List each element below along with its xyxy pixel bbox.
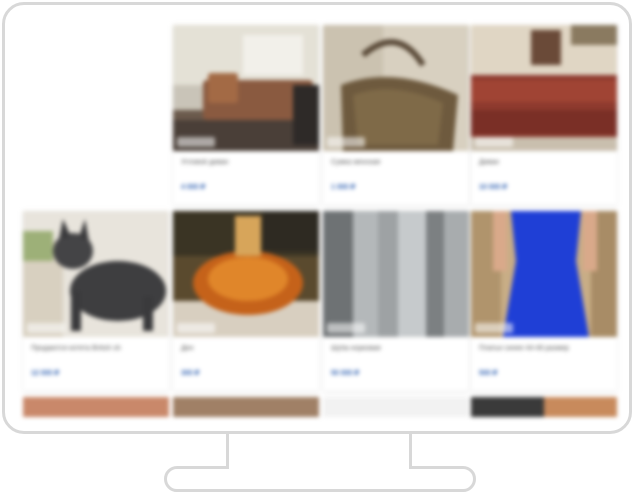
listing-price: 50 000 ₽ xyxy=(331,370,360,377)
leather-handbag-image xyxy=(323,25,469,151)
listing-title[interactable]: Угловой диван xyxy=(181,159,313,166)
listing-title[interactable]: Продаются котята British sh xyxy=(31,345,163,352)
listing-photo xyxy=(471,25,617,151)
listing-card[interactable]: Ден 300 ₽ xyxy=(173,211,319,391)
listing-card[interactable]: Платье синее 44-46 размер 500 ₽ xyxy=(471,211,617,391)
amber-glass-decanter-image xyxy=(173,211,319,337)
listing-title[interactable]: Платье синее 44-46 размер xyxy=(479,345,611,352)
listing-price: 12 000 ₽ xyxy=(31,370,60,377)
gray-mink-coat-image xyxy=(323,211,469,337)
listing-photo xyxy=(173,211,319,337)
listing-photo-partial[interactable] xyxy=(323,397,469,417)
listing-photo xyxy=(323,25,469,151)
listing-price: 4 000 ₽ xyxy=(181,184,206,191)
listing-card[interactable]: Угловой диван 4 000 ₽ xyxy=(173,25,319,205)
listing-card[interactable]: Продаются котята British sh 12 000 ₽ xyxy=(23,211,169,391)
living-room-sofa-image xyxy=(173,25,319,151)
monitor-neck xyxy=(226,434,412,468)
monitor-frame: Угловой диван 4 000 ₽ Сумка женская 1 00… xyxy=(2,2,632,434)
listing-photo-partial[interactable] xyxy=(173,397,319,417)
listing-photo xyxy=(471,211,617,337)
blue-dress-image xyxy=(471,211,617,337)
listing-price: 10 000 ₽ xyxy=(479,184,508,191)
listing-card[interactable]: Сумка женская 1 000 ₽ xyxy=(323,25,469,205)
listings-screen: Угловой диван 4 000 ₽ Сумка женская 1 00… xyxy=(5,5,629,431)
listing-title[interactable]: Сумка женская xyxy=(331,159,463,166)
red-leather-sofa-image xyxy=(471,25,617,151)
monitor-illustration: Угловой диван 4 000 ₽ Сумка женская 1 00… xyxy=(0,0,640,494)
listing-photo-partial[interactable] xyxy=(471,397,617,417)
listing-photo-partial[interactable] xyxy=(23,397,169,417)
listing-title[interactable]: Диван xyxy=(479,159,611,166)
listing-photo xyxy=(173,25,319,151)
listing-card[interactable]: Диван 10 000 ₽ xyxy=(471,25,617,205)
listing-price: 1 000 ₽ xyxy=(331,184,356,191)
listing-photo xyxy=(323,211,469,337)
listing-price: 500 ₽ xyxy=(479,370,498,377)
listing-photo xyxy=(23,211,169,337)
listing-title[interactable]: Ден xyxy=(181,345,313,352)
gray-kitten-image xyxy=(23,211,169,337)
listing-card[interactable]: Шуба норковая 50 000 ₽ xyxy=(323,211,469,391)
listing-price: 300 ₽ xyxy=(181,370,200,377)
monitor-base xyxy=(164,466,476,492)
listing-title[interactable]: Шуба норковая xyxy=(331,345,463,352)
